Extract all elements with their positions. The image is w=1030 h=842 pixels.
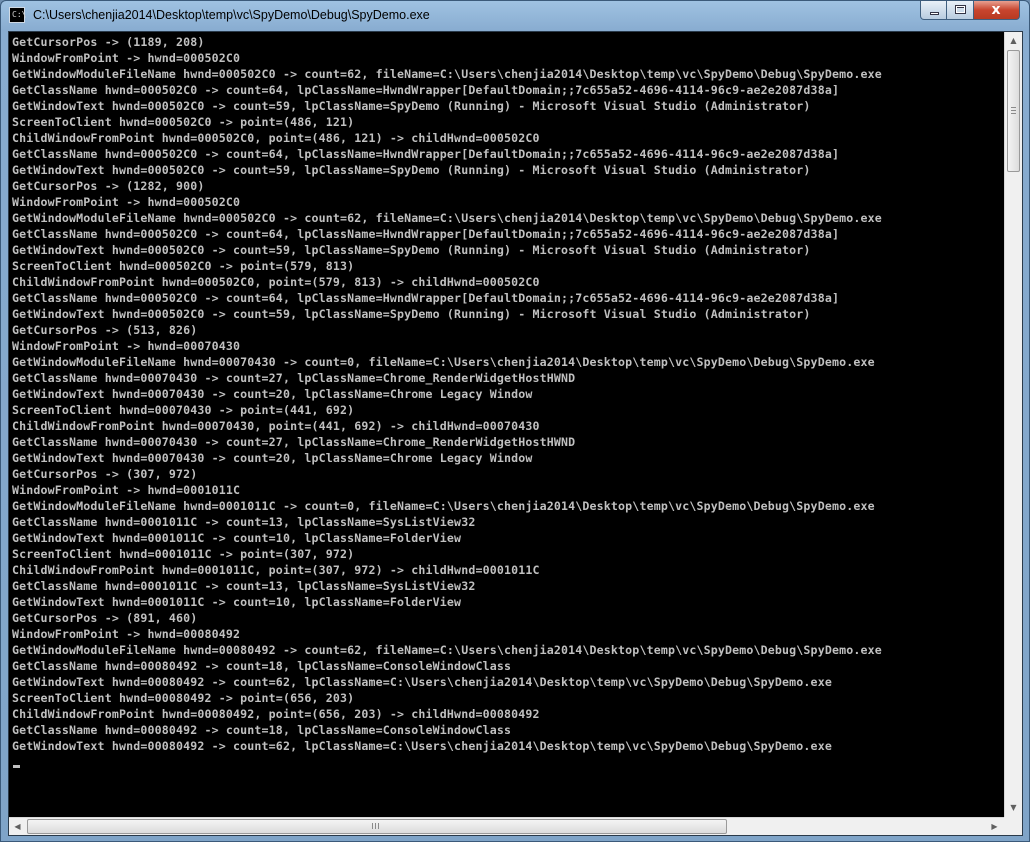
- scroll-up-arrow-icon[interactable]: ▲: [1005, 32, 1022, 49]
- console-line: GetWindowModuleFileName hwnd=000502C0 ->…: [12, 211, 882, 225]
- console-line: ChildWindowFromPoint hwnd=000502C0, poin…: [12, 275, 540, 289]
- title-bar[interactable]: C:\ C:\Users\chenjia2014\Desktop\temp\vc…: [1, 1, 1029, 31]
- vertical-scrollbar[interactable]: ▲ ▼: [1004, 32, 1022, 817]
- console-line: GetWindowText hwnd=00080492 -> count=62,…: [12, 739, 832, 753]
- minimize-icon: [930, 12, 939, 15]
- maximize-button[interactable]: [947, 1, 974, 20]
- console-line: ChildWindowFromPoint hwnd=0001011C, poin…: [12, 563, 540, 577]
- console-line: GetClassName hwnd=000502C0 -> count=64, …: [12, 227, 840, 241]
- console-line: GetCursorPos -> (1282, 900): [12, 179, 205, 193]
- maximize-icon: [955, 5, 966, 14]
- console-line: WindowFromPoint -> hwnd=00080492: [12, 627, 241, 641]
- console-line: GetWindowModuleFileName hwnd=00070430 ->…: [12, 355, 875, 369]
- scroll-right-arrow-icon[interactable]: ▶: [986, 818, 1003, 835]
- console-line: ScreenToClient hwnd=00080492 -> point=(6…: [12, 691, 355, 705]
- console-line: ScreenToClient hwnd=000502C0 -> point=(5…: [12, 259, 355, 273]
- scrollbar-corner: [1004, 817, 1022, 835]
- text-cursor: [13, 765, 20, 768]
- horizontal-scrollbar[interactable]: ◀ ▶: [9, 817, 1004, 835]
- console-line: GetClassName hwnd=000502C0 -> count=64, …: [12, 291, 840, 305]
- console-line: GetClassName hwnd=000502C0 -> count=64, …: [12, 147, 840, 161]
- close-button[interactable]: x: [974, 1, 1020, 20]
- console-line: GetCursorPos -> (1189, 208): [12, 35, 205, 49]
- console-line: GetClassName hwnd=0001011C -> count=13, …: [12, 515, 476, 529]
- console-line: GetClassName hwnd=00070430 -> count=27, …: [12, 435, 576, 449]
- console-line: GetWindowText hwnd=0001011C -> count=10,…: [12, 595, 462, 609]
- console-line: ChildWindowFromPoint hwnd=00080492, poin…: [12, 707, 540, 721]
- console-line: GetClassName hwnd=00080492 -> count=18, …: [12, 659, 512, 673]
- minimize-button[interactable]: [920, 1, 947, 20]
- console-line: GetCursorPos -> (307, 972): [12, 467, 198, 481]
- console-line: GetWindowText hwnd=0001011C -> count=10,…: [12, 531, 462, 545]
- console-line: GetClassName hwnd=000502C0 -> count=64, …: [12, 83, 840, 97]
- console-line: GetCursorPos -> (513, 826): [12, 323, 198, 337]
- console-line: GetWindowModuleFileName hwnd=000502C0 ->…: [12, 67, 882, 81]
- console-line: ScreenToClient hwnd=0001011C -> point=(3…: [12, 547, 355, 561]
- close-icon: x: [991, 2, 1001, 18]
- horizontal-scroll-thumb[interactable]: [27, 819, 727, 834]
- console-line: WindowFromPoint -> hwnd=0001011C: [12, 483, 241, 497]
- console-line: GetWindowText hwnd=00070430 -> count=20,…: [12, 387, 533, 401]
- console-line: WindowFromPoint -> hwnd=000502C0: [12, 195, 241, 209]
- vertical-scroll-thumb[interactable]: [1007, 50, 1020, 172]
- scroll-left-arrow-icon[interactable]: ◀: [9, 818, 26, 835]
- console-line: GetWindowModuleFileName hwnd=00080492 ->…: [12, 643, 882, 657]
- console-line: WindowFromPoint -> hwnd=00070430: [12, 339, 241, 353]
- console-line: GetWindowText hwnd=000502C0 -> count=59,…: [12, 307, 811, 321]
- console-line: GetWindowModuleFileName hwnd=0001011C ->…: [12, 499, 875, 513]
- console-window: C:\ C:\Users\chenjia2014\Desktop\temp\vc…: [0, 0, 1030, 842]
- console-line: GetClassName hwnd=00080492 -> count=18, …: [12, 723, 512, 737]
- console-app-icon[interactable]: C:\: [9, 7, 26, 23]
- console-line: ScreenToClient hwnd=00070430 -> point=(4…: [12, 403, 355, 417]
- window-title: C:\Users\chenjia2014\Desktop\temp\vc\Spy…: [33, 8, 430, 22]
- scroll-down-arrow-icon[interactable]: ▼: [1005, 799, 1022, 816]
- console-client-area[interactable]: GetCursorPos -> (1189, 208) WindowFromPoi…: [8, 31, 1023, 836]
- console-line: GetClassName hwnd=00070430 -> count=27, …: [12, 371, 576, 385]
- console-line: GetWindowText hwnd=00070430 -> count=20,…: [12, 451, 533, 465]
- console-line: ChildWindowFromPoint hwnd=00070430, poin…: [12, 419, 540, 433]
- console-line: GetWindowText hwnd=000502C0 -> count=59,…: [12, 243, 811, 257]
- console-line: ScreenToClient hwnd=000502C0 -> point=(4…: [12, 115, 355, 129]
- console-line: ChildWindowFromPoint hwnd=000502C0, poin…: [12, 131, 540, 145]
- console-line: WindowFromPoint -> hwnd=000502C0: [12, 51, 241, 65]
- console-line: GetWindowText hwnd=000502C0 -> count=59,…: [12, 99, 811, 113]
- console-line: GetClassName hwnd=0001011C -> count=13, …: [12, 579, 476, 593]
- console-output[interactable]: GetCursorPos -> (1189, 208) WindowFromPoi…: [9, 32, 1004, 817]
- console-line: GetCursorPos -> (891, 460): [12, 611, 198, 625]
- console-line: GetWindowText hwnd=000502C0 -> count=59,…: [12, 163, 811, 177]
- console-line: GetWindowText hwnd=00080492 -> count=62,…: [12, 675, 832, 689]
